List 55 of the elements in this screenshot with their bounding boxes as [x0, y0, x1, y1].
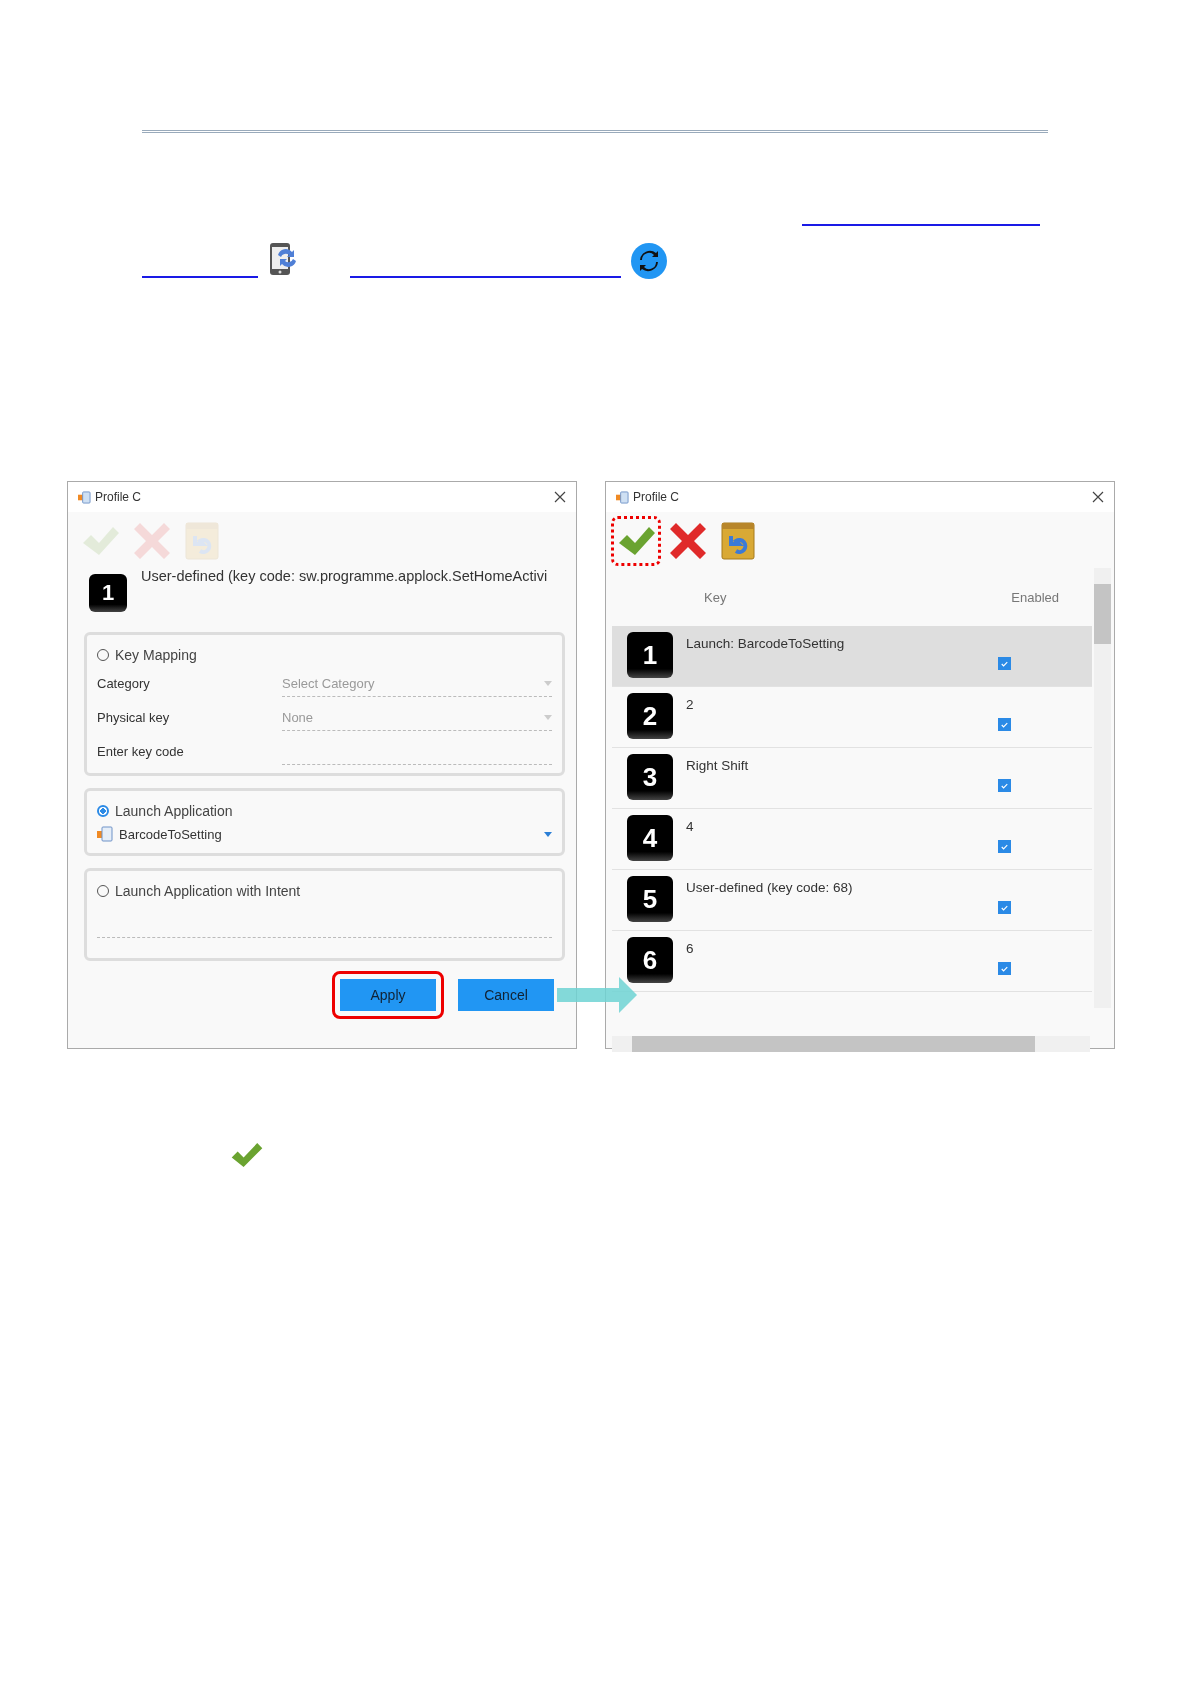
checkbox[interactable]	[998, 718, 1011, 731]
option-label: Launch Application	[115, 803, 233, 819]
key-badge: 2	[627, 693, 673, 739]
key-label: Right Shift	[686, 758, 750, 773]
checkbox[interactable]	[998, 901, 1011, 914]
scrollbar[interactable]	[612, 1036, 1090, 1052]
radio-button[interactable]	[97, 805, 109, 817]
field-label: Physical key	[97, 710, 171, 727]
key-badge: 6	[627, 937, 673, 983]
key-label: User-defined (key code: 68)	[686, 880, 854, 895]
key-row[interactable]: 3 Right Shift	[612, 748, 1092, 809]
close-icon[interactable]	[554, 491, 566, 503]
field-label: Category	[97, 676, 151, 693]
key-description: User-defined (key code: sw.programme.applock.SetHomeActivi	[141, 568, 548, 586]
key-label: 2	[686, 697, 695, 712]
key-row[interactable]: 4 4	[612, 809, 1092, 870]
apply-button[interactable]: Apply	[340, 979, 436, 1011]
checkbox[interactable]	[998, 962, 1011, 975]
app-icon	[78, 490, 91, 504]
app-dropdown[interactable]: BarcodeToSetting	[97, 823, 552, 845]
scrollbar[interactable]	[1094, 568, 1111, 1008]
key-row[interactable]: 2 2	[612, 687, 1092, 748]
sync-icon	[631, 243, 667, 279]
field-label: Enter key code	[97, 744, 185, 761]
check-icon[interactable]	[614, 519, 658, 563]
key-row[interactable]: 6 6	[612, 931, 1092, 992]
option-label: Key Mapping	[115, 647, 197, 663]
key-label: 6	[686, 941, 695, 956]
key-badge: 5	[627, 876, 673, 922]
app-icon	[616, 490, 629, 504]
key-row[interactable]: 5 User-defined (key code: 68)	[612, 870, 1092, 931]
checkbox[interactable]	[998, 840, 1011, 853]
dropdown-arrow-icon	[544, 831, 552, 837]
column-header: Enabled	[1011, 589, 1059, 605]
key-row[interactable]: 1 Launch: BarcodeToSetting	[612, 626, 1092, 687]
key-badge: 1	[89, 574, 127, 612]
window-title: Profile C	[95, 490, 142, 504]
key-label: 4	[686, 819, 695, 834]
close-icon[interactable]	[1092, 491, 1104, 503]
checkbox[interactable]	[998, 657, 1011, 670]
dropdown-arrow-icon	[544, 680, 552, 686]
key-badge: 3	[627, 754, 673, 800]
phone-sync-icon	[268, 242, 298, 276]
window-title: Profile C	[633, 490, 680, 504]
key-badge: 4	[627, 815, 673, 861]
check-icon	[230, 1140, 264, 1170]
cancel-button[interactable]: Cancel	[458, 979, 554, 1011]
checkbox[interactable]	[998, 779, 1011, 792]
undo-box-icon[interactable]	[718, 519, 758, 563]
dropdown-arrow-icon	[544, 714, 552, 720]
option-label: Launch Application with Intent	[115, 883, 301, 899]
app-icon	[97, 826, 113, 842]
key-badge: 1	[627, 632, 673, 678]
column-header: Key	[704, 589, 728, 605]
key-label: Launch: BarcodeToSetting	[686, 636, 846, 651]
